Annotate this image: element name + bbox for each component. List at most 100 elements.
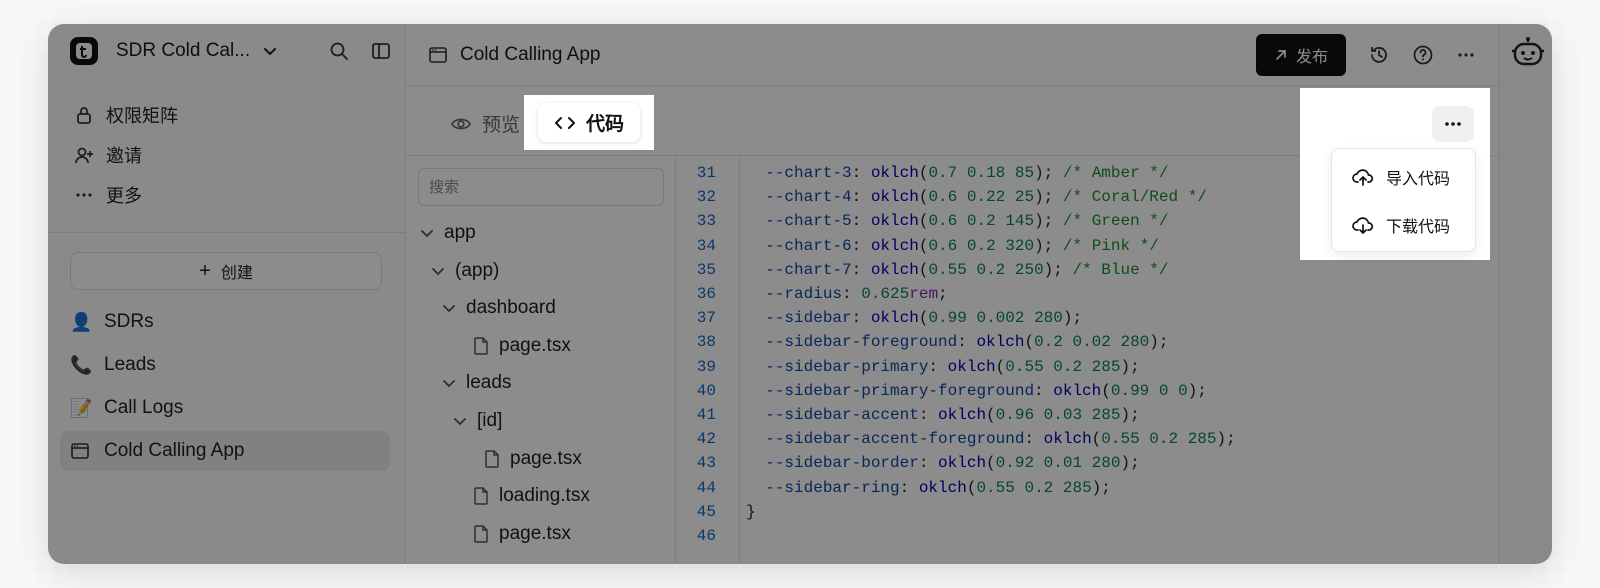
chevron-down-icon — [431, 264, 445, 278]
file-icon — [473, 337, 489, 355]
css-args: 0.7 0.18 85 — [928, 164, 1035, 182]
line-number: 37 — [696, 309, 716, 328]
nav-more[interactable]: 更多 — [74, 182, 142, 208]
search-icon[interactable] — [329, 41, 349, 61]
line-number: 35 — [696, 260, 716, 279]
css-args: 0.99 0.002 280 — [928, 309, 1063, 328]
tree-folder[interactable]: leads — [442, 372, 511, 394]
spotlight-code-tab: 代码 — [524, 95, 654, 150]
chevron-down-icon — [453, 414, 467, 428]
menu-item-download-code[interactable]: 下载代码 — [1352, 213, 1450, 237]
code-line: --sidebar-border: oklch(0.92 0.01 280); — [765, 454, 1140, 473]
publish-button[interactable]: 发布 — [1255, 33, 1346, 76]
more-horizontal-icon — [74, 185, 94, 205]
cloud-upload-icon — [1352, 167, 1374, 187]
nav-invite[interactable]: 邀请 — [74, 142, 142, 168]
tab-preview[interactable]: 预览 — [450, 110, 520, 137]
line-number: 33 — [696, 212, 716, 231]
css-function: oklch — [870, 236, 919, 255]
code-line: --sidebar-ring: oklch(0.55 0.2 285); — [765, 478, 1111, 497]
line-number: 39 — [696, 357, 716, 376]
css-variable: --sidebar-accent — [765, 406, 919, 424]
sidebar-toggle-icon[interactable] — [371, 41, 391, 61]
create-button[interactable]: + 创建 — [70, 252, 382, 290]
cloud-download-icon — [1352, 215, 1374, 235]
tree-file[interactable]: page.tsx — [473, 523, 571, 545]
css-variable: --chart-3 — [765, 164, 852, 182]
page-title: Cold Calling App — [428, 44, 600, 66]
workspace-logo[interactable] — [70, 37, 98, 65]
line-number: 46 — [696, 527, 716, 545]
css-function: oklch — [870, 309, 919, 328]
code-more-button[interactable] — [1432, 106, 1474, 142]
chevron-down-icon[interactable] — [262, 43, 278, 59]
code-line: --radius: 0.625rem; — [765, 285, 948, 303]
tree-file[interactable]: loading.tsx — [473, 485, 590, 507]
line-number: 36 — [696, 285, 716, 303]
line-number: 31 — [696, 164, 716, 182]
css-variable: --sidebar-ring — [765, 478, 900, 497]
file-search-input[interactable] — [418, 168, 664, 206]
eye-icon — [450, 113, 472, 135]
sidebar-item-sdrs[interactable]: 👤 SDRs — [60, 302, 390, 342]
code-line: --chart-7: oklch(0.55 0.2 250); /* Blue … — [765, 260, 1169, 279]
css-variable: --sidebar-accent-foreground — [765, 430, 1025, 449]
line-number: 43 — [696, 454, 716, 473]
tab-code[interactable]: 代码 — [537, 103, 640, 142]
sidebar-item-call-logs[interactable]: 📝 Call Logs — [60, 388, 390, 428]
css-args: 0.2 0.02 280 — [1034, 333, 1150, 352]
code-line: --sidebar-primary-foreground: oklch(0.99… — [765, 381, 1207, 400]
sidebar-item-leads[interactable]: 📞 Leads — [60, 345, 390, 385]
css-args: 0.92 0.01 280 — [995, 454, 1121, 473]
tree-folder[interactable]: dashboard — [442, 297, 556, 319]
css-args: 0.55 0.2 285 — [1005, 357, 1121, 376]
tree-file[interactable]: page.tsx — [473, 335, 571, 357]
robot-assistant-icon[interactable] — [1511, 36, 1545, 68]
css-args: 0.55 0.2 285 — [976, 478, 1092, 497]
help-icon[interactable] — [1412, 44, 1434, 66]
tree-folder[interactable]: (app) — [431, 260, 499, 282]
code-text: } — [746, 502, 756, 521]
css-function: oklch — [976, 333, 1025, 352]
css-function: oklch — [938, 454, 987, 473]
css-variable: --sidebar-primary-foreground — [765, 381, 1035, 400]
css-function: oklch — [870, 212, 919, 231]
line-number: 40 — [696, 381, 716, 400]
memo-icon: 📝 — [70, 397, 93, 418]
line-number: 44 — [696, 478, 716, 497]
code-line: --sidebar-foreground: oklch(0.2 0.02 280… — [765, 333, 1169, 352]
code-line: --sidebar-accent: oklch(0.96 0.03 285); — [765, 406, 1140, 424]
css-function: oklch — [870, 164, 919, 182]
code-line: --chart-5: oklch(0.6 0.2 145); /* Green … — [765, 212, 1169, 231]
code-comment: /* Blue */ — [1072, 260, 1169, 279]
code-comment: /* Green */ — [1062, 212, 1169, 231]
tree-file[interactable]: page.tsx — [484, 448, 582, 470]
sidebar-item-cold-calling-app[interactable]: Cold Calling App — [60, 431, 390, 471]
tree-folder[interactable]: [id] — [453, 410, 502, 432]
nav-permissions[interactable]: 权限矩阵 — [74, 102, 178, 128]
css-variable: --radius — [765, 285, 843, 303]
code-comment: /* Amber */ — [1062, 164, 1169, 182]
code-dropdown-menu: 导入代码 下载代码 — [1331, 148, 1476, 252]
sidebar: SDR Cold Cal... 权限矩阵 邀请 更多 + 创建 👤 SDRs 📞… — [48, 24, 406, 564]
workspace-name[interactable]: SDR Cold Cal... — [116, 40, 250, 62]
sidebar-divider — [48, 232, 405, 233]
code-line: --sidebar-accent-foreground: oklch(0.55 … — [765, 430, 1236, 449]
code-line: --chart-6: oklch(0.6 0.2 320); /* Pink *… — [765, 236, 1159, 255]
css-variable: --sidebar-primary — [765, 357, 929, 376]
lock-icon — [74, 105, 94, 125]
code-line: --chart-3: oklch(0.7 0.18 85); /* Amber … — [765, 164, 1169, 182]
file-icon — [473, 487, 489, 505]
code-line: --chart-4: oklch(0.6 0.22 25); /* Coral/… — [765, 188, 1207, 207]
menu-item-import-code[interactable]: 导入代码 — [1352, 165, 1450, 189]
css-function: oklch — [1053, 381, 1102, 400]
css-number: 0.625 — [861, 285, 910, 303]
more-horizontal-icon[interactable] — [1456, 45, 1476, 65]
css-function: oklch — [870, 188, 919, 207]
history-icon[interactable] — [1368, 44, 1390, 66]
code-line: --sidebar-primary: oklch(0.55 0.2 285); — [765, 357, 1140, 376]
line-number: 32 — [696, 188, 716, 207]
css-variable: --chart-5 — [765, 212, 852, 231]
code-comment: /* Coral/Red */ — [1062, 188, 1207, 207]
tree-folder[interactable]: app — [420, 222, 476, 244]
